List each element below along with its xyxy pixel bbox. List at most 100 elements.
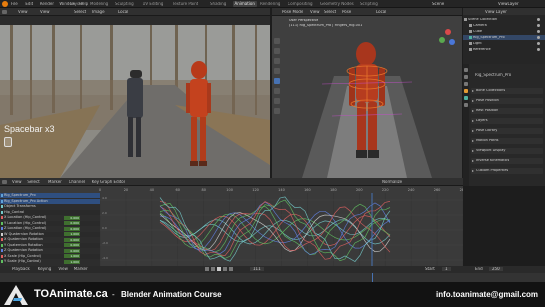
channel-row[interactable]: Y Scale (Hip_Control) 1.000	[0, 259, 100, 264]
panel-disclosure-icon[interactable]	[472, 109, 474, 112]
channel-row[interactable]: Z Location (Hip_Control) 0.000	[0, 226, 100, 231]
workspace-tab-rendering[interactable]: Rendering	[260, 2, 280, 6]
visibility-eye-icon[interactable]	[537, 48, 540, 51]
viewport-view-menu[interactable]: View	[310, 10, 320, 14]
blender-logo-icon[interactable]	[2, 1, 8, 7]
timeline-menu-keying[interactable]: Keying	[38, 267, 51, 271]
jump-end-icon[interactable]	[229, 267, 233, 271]
image-menu[interactable]: Image	[92, 10, 105, 14]
3d-viewport[interactable]: User Perspective (111) Rig_Spectrum_Pro …	[272, 16, 462, 178]
visibility-eye-icon[interactable]	[537, 18, 540, 21]
outliner-item[interactable]: Camera	[463, 23, 545, 28]
properties-panel[interactable]: Inverse Kinematics	[471, 158, 543, 164]
channel-value-field[interactable]: 0.000	[64, 221, 80, 225]
visibility-eye-icon[interactable]	[537, 24, 540, 27]
channel-row[interactable]: W Quaternion Rotation 1.000	[0, 231, 100, 237]
channel-row[interactable]: Z Quaternion Rotation 0.000	[0, 248, 100, 253]
rotate-tool-icon[interactable]	[274, 68, 280, 74]
properties-panel[interactable]: Viewport Display	[471, 148, 543, 154]
workspace-tab-animation[interactable]: Animation	[232, 1, 257, 7]
next-key-icon[interactable]	[223, 267, 227, 271]
graph-menu-key[interactable]: Key	[92, 180, 99, 184]
panel-disclosure-icon[interactable]	[472, 89, 474, 92]
outliner-item[interactable]: Light	[463, 41, 545, 46]
object-tab-icon[interactable]	[464, 89, 468, 93]
image-editor-mode[interactable]: View	[18, 10, 28, 14]
properties-panel[interactable]: Custom Properties	[471, 168, 543, 174]
properties-panel[interactable]: Pose Position	[471, 98, 543, 104]
cursor-tool-icon[interactable]	[274, 48, 280, 54]
panel-disclosure-icon[interactable]	[472, 159, 474, 162]
editor-type-icon[interactable]	[2, 10, 7, 14]
workspace-tab-modeling[interactable]: Modeling	[90, 2, 108, 6]
end-frame-field[interactable]: 250	[489, 267, 503, 271]
visibility-eye-icon[interactable]	[537, 42, 540, 45]
transform-orientation[interactable]: Local	[376, 10, 386, 14]
menu-edit[interactable]: Edit	[25, 2, 33, 6]
graph-menu-select[interactable]: Select	[27, 180, 39, 184]
fcurve[interactable]	[159, 199, 391, 262]
channel-value-field[interactable]: 0.000	[64, 226, 80, 231]
fcurve[interactable]	[159, 201, 391, 260]
workspace-tab-scripting[interactable]: Scripting	[360, 2, 378, 6]
panel-disclosure-icon[interactable]	[472, 169, 474, 172]
outliner-item[interactable]: Scene Collection	[463, 17, 545, 22]
timeline-playhead[interactable]	[372, 273, 373, 282]
channel-row[interactable]: X Location (Hip_Control) 0.000	[0, 215, 100, 220]
select-tool-icon[interactable]	[274, 38, 280, 44]
timeline-menu-playback[interactable]: Playback	[12, 267, 30, 271]
workspace-tab-geometry-nodes[interactable]: Geometry Nodes	[320, 2, 354, 6]
viewport-pose-menu[interactable]: Pose	[342, 10, 351, 14]
transform-tool-icon[interactable]	[274, 88, 280, 94]
channel-row[interactable]: Rig_Spectrum_Pro	[0, 193, 100, 198]
channel-value-field[interactable]: 0.000	[64, 237, 80, 242]
timeline-menu-view[interactable]: View	[58, 267, 68, 271]
timeline-menu-marker[interactable]: Marker	[74, 267, 88, 271]
graph-menu-view[interactable]: View	[12, 180, 22, 184]
visibility-eye-icon[interactable]	[537, 30, 540, 33]
channel-row[interactable]: Y Location (Hip_Control) 0.000	[0, 220, 100, 226]
channel-row[interactable]: Object Transforms	[0, 204, 100, 209]
view-menu[interactable]: View	[40, 10, 50, 14]
outliner-item[interactable]: Cube	[463, 29, 545, 34]
panel-disclosure-icon[interactable]	[472, 149, 474, 152]
menu-render[interactable]: Render	[40, 2, 54, 6]
visibility-eye-icon[interactable]	[537, 36, 540, 39]
view-layer-selector[interactable]: ViewLayer	[498, 2, 519, 6]
channel-row[interactable]: X Scale (Hip_Control) 1.000	[0, 253, 100, 259]
workspace-tab-uv-editing[interactable]: UV Editing	[143, 2, 164, 6]
properties-panel[interactable]: Rest Position	[471, 108, 543, 114]
channel-row[interactable]: X Quaternion Rotation 0.000	[0, 237, 100, 242]
jump-start-icon[interactable]	[205, 267, 209, 271]
channel-value-field[interactable]: 1.000	[64, 232, 80, 236]
properties-panel[interactable]: Layers	[471, 118, 543, 124]
panel-disclosure-icon[interactable]	[472, 119, 474, 122]
graph-menu-marker[interactable]: Marker	[48, 180, 62, 184]
normalize-toggle[interactable]: Normalize	[382, 180, 402, 184]
channel-value-field[interactable]: 0.000	[64, 215, 80, 220]
menu-file[interactable]: File	[11, 2, 18, 6]
start-frame-field[interactable]: 1	[442, 267, 451, 271]
scene-selector[interactable]: Scene	[432, 2, 444, 6]
channel-value-field[interactable]: 0.000	[64, 248, 80, 253]
channel-value-field[interactable]: 1.000	[64, 254, 80, 258]
graph-editor-mode[interactable]: Graph Editor	[100, 180, 125, 184]
scene-tab-icon[interactable]	[464, 82, 468, 86]
output-tab-icon[interactable]	[464, 75, 468, 79]
workspace-tab-compositing[interactable]: Compositing	[288, 2, 313, 6]
panel-disclosure-icon[interactable]	[472, 139, 474, 142]
armature-data-tab-icon[interactable]	[464, 96, 468, 100]
select-menu[interactable]: Select	[74, 10, 86, 14]
channel-value-field[interactable]: 0.000	[64, 243, 80, 247]
workspace-tab-sculpting[interactable]: Sculpting	[115, 2, 134, 6]
workspace-tab-layout[interactable]: Layout	[70, 2, 84, 6]
channel-row[interactable]: Y Quaternion Rotation 0.000	[0, 242, 100, 248]
pose-mode-selector[interactable]: Pose Mode	[282, 10, 303, 14]
workspace-tab-shading[interactable]: Shading	[210, 2, 226, 6]
annotate-tool-icon[interactable]	[274, 98, 280, 104]
outliner-view-layer[interactable]: View Layer	[485, 10, 507, 14]
measure-tool-icon[interactable]	[274, 108, 280, 114]
prev-key-icon[interactable]	[211, 267, 215, 271]
frame-mode[interactable]: Local	[118, 10, 128, 14]
scale-tool-icon[interactable]	[274, 78, 280, 84]
